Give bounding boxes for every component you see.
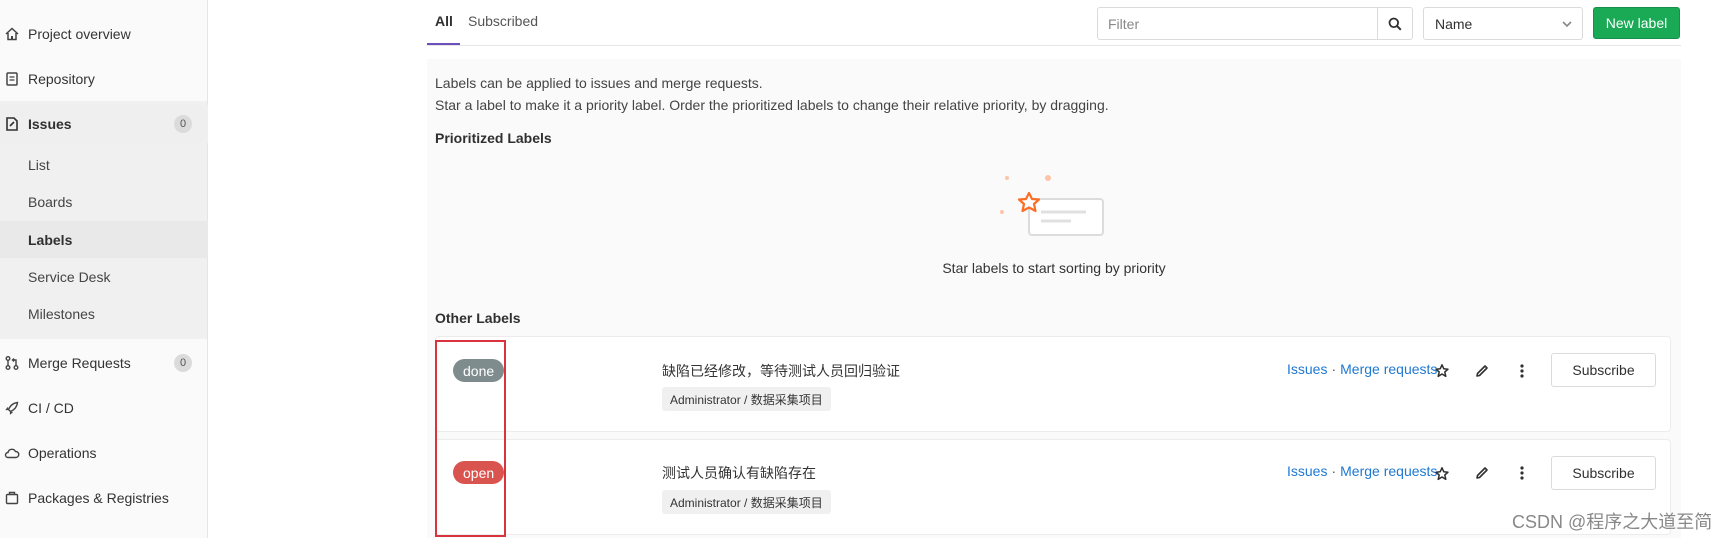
merge-request-icon <box>4 355 20 371</box>
issues-count-badge: 0 <box>174 115 192 133</box>
label-merge-requests-link[interactable]: Merge requests <box>1340 463 1437 479</box>
star-icon[interactable] <box>1432 361 1452 381</box>
sort-dropdown[interactable]: Name <box>1423 7 1583 40</box>
link-separator: · <box>1331 361 1337 377</box>
sidebar-item-label: Packages & Registries <box>28 490 169 506</box>
sidebar-subitem-milestones[interactable]: Milestones <box>0 295 208 332</box>
sidebar-item-label: Merge Requests <box>28 355 131 371</box>
new-label-button[interactable]: New label <box>1593 7 1680 39</box>
label-merge-requests-link[interactable]: Merge requests <box>1340 361 1437 377</box>
prioritized-labels-title: Prioritized Labels <box>435 130 552 146</box>
label-links: Issues · Merge requests <box>1287 463 1437 479</box>
sidebar-item-cicd[interactable]: CI / CD <box>0 389 208 427</box>
sidebar-item-label: Repository <box>28 71 95 87</box>
star-icon[interactable] <box>1432 464 1452 484</box>
sidebar-subitem-labels[interactable]: Labels <box>0 221 208 258</box>
label-row: open 测试人员确认有缺陷存在 Administrator / 数据采集项目 … <box>435 439 1671 535</box>
other-labels-title: Other Labels <box>435 310 521 326</box>
sidebar-item-label: Project overview <box>28 26 131 42</box>
cloud-icon <box>4 445 20 461</box>
sidebar-subitem-service-desk[interactable]: Service Desk <box>0 258 208 295</box>
label-row: done 缺陷已经修改，等待测试人员回归验证 Administrator / 数… <box>435 336 1671 432</box>
sidebar-item-label: CI / CD <box>28 400 74 416</box>
document-icon <box>4 71 20 87</box>
sidebar-item-issues[interactable]: Issues 0 <box>0 105 208 143</box>
chevron-down-icon <box>1562 21 1572 28</box>
more-options-icon[interactable] <box>1512 361 1532 381</box>
prioritized-empty-text: Star labels to start sorting by priority <box>942 260 1166 276</box>
package-icon <box>4 490 20 506</box>
more-options-icon[interactable] <box>1512 463 1532 483</box>
sidebar-item-label: Issues <box>28 116 72 132</box>
sort-dropdown-value: Name <box>1435 15 1473 32</box>
label-description: 缺陷已经修改，等待测试人员回归验证 <box>662 363 900 379</box>
sidebar-item-packages[interactable]: Packages & Registries <box>0 479 208 517</box>
sidebar: Project overview Repository Issues 0 Lis… <box>0 0 208 538</box>
active-tab-indicator <box>427 43 460 45</box>
subscribe-button[interactable]: Subscribe <box>1551 456 1656 490</box>
label-group-tag: Administrator / 数据采集项目 <box>662 490 831 514</box>
filter-input[interactable] <box>1097 7 1378 40</box>
merge-requests-count-badge: 0 <box>174 354 192 372</box>
label-links: Issues · Merge requests <box>1287 361 1437 377</box>
search-button[interactable] <box>1377 7 1413 40</box>
rocket-icon <box>4 400 20 416</box>
sidebar-item-label: Operations <box>28 445 97 461</box>
sidebar-item-project-overview[interactable]: Project overview <box>0 15 208 53</box>
label-group-tag: Administrator / 数据采集项目 <box>662 387 831 411</box>
tab-subscribed[interactable]: Subscribed <box>468 13 538 29</box>
edit-pencil-icon[interactable] <box>1472 361 1492 381</box>
annotation-highlight-box <box>435 340 506 537</box>
intro-line-2: Star a label to make it a priority label… <box>435 97 1109 113</box>
issues-icon <box>4 116 20 132</box>
label-issues-link[interactable]: Issues <box>1287 463 1327 479</box>
watermark: CSDN @程序之大道至简 <box>1512 512 1713 532</box>
label-issues-link[interactable]: Issues <box>1287 361 1327 377</box>
sidebar-subitem-list[interactable]: List <box>0 146 208 183</box>
sidebar-item-repository[interactable]: Repository <box>0 60 208 98</box>
link-separator: · <box>1331 463 1337 479</box>
home-icon <box>4 26 20 42</box>
edit-pencil-icon[interactable] <box>1472 463 1492 483</box>
label-description: 测试人员确认有缺陷存在 <box>662 465 816 481</box>
sidebar-subitem-boards[interactable]: Boards <box>0 183 208 220</box>
subscribe-button[interactable]: Subscribe <box>1551 353 1656 387</box>
star-labels-illustration-icon <box>1000 175 1104 236</box>
intro-line-1: Labels can be applied to issues and merg… <box>435 75 763 91</box>
sidebar-item-operations[interactable]: Operations <box>0 434 208 472</box>
tab-all[interactable]: All <box>435 13 453 29</box>
sidebar-item-merge-requests[interactable]: Merge Requests 0 <box>0 344 208 382</box>
search-icon <box>1388 17 1402 31</box>
